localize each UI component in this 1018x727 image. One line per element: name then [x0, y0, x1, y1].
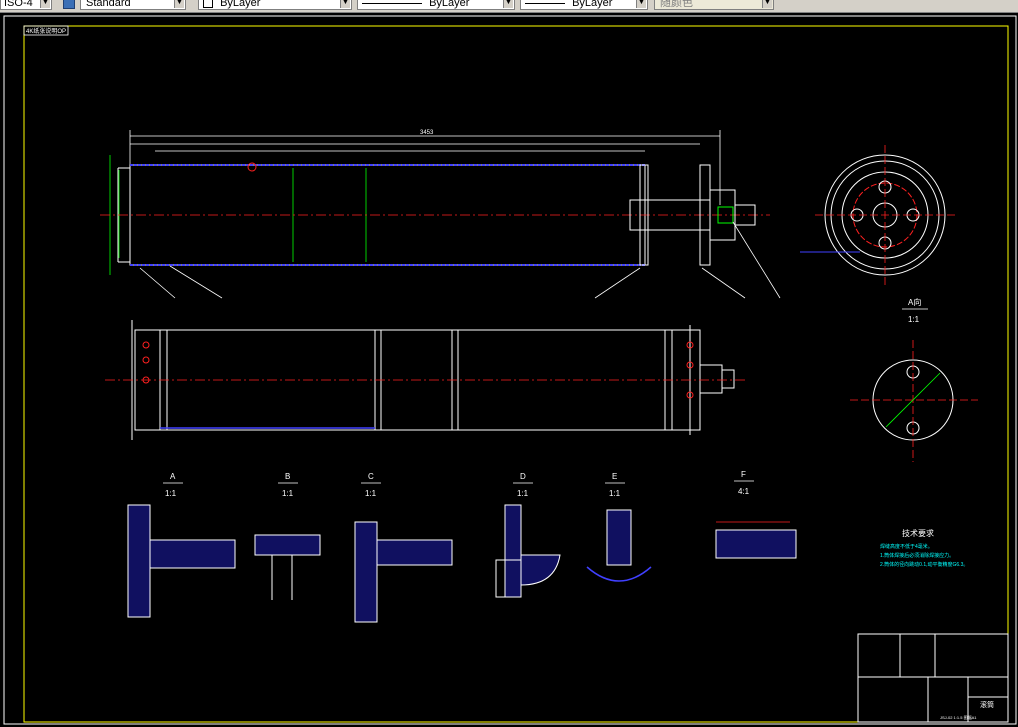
detail-b-letter: B [285, 472, 290, 481]
lineweight-value: ByLayer [572, 0, 613, 9]
title-block-part-name: 滚筒 [980, 700, 994, 709]
chevron-down-icon: ▼ [174, 0, 184, 8]
detail-d-letter: D [520, 472, 526, 481]
detail-a-letter: A [170, 472, 176, 481]
plot-style-value: 随颜色 [660, 0, 693, 9]
detail-f: F 4:1 [715, 470, 797, 559]
detail-c-letter: C [368, 472, 374, 481]
detail-f-letter: F [741, 470, 746, 479]
tech-req-line-3: 2.筒体的径向跳动0.1,动平衡精度G6.3。 [880, 561, 968, 568]
detail-f-scale: 4:1 [738, 487, 750, 496]
table-style-icon[interactable] [63, 0, 75, 9]
outer-frame [3, 15, 1017, 725]
layer-color-dropdown[interactable]: ByLayer ▼ [198, 0, 352, 10]
detail-e-scale: 1:1 [609, 489, 621, 498]
corner-tag-text: 4K纸张说明OP [26, 27, 66, 35]
detail-b-scale: 1:1 [282, 489, 294, 498]
a-view-scale: 1:1 [908, 315, 920, 324]
front-section-view: 3453 [100, 130, 781, 299]
end-flange-view [800, 145, 955, 285]
lineweight-dropdown[interactable]: ByLayer ▼ [520, 0, 648, 10]
lineweight-line [525, 2, 565, 4]
chevron-down-icon: ▼ [340, 0, 350, 8]
detail-a-scale: 1:1 [165, 489, 177, 498]
overall-length-dim: 3453 [420, 130, 434, 136]
chevron-down-icon: ▼ [636, 0, 646, 8]
title-block-drawing-no: JSJ-02 1:1.5 图幅A1 [940, 714, 977, 720]
tech-req-title: 技术要求 [902, 528, 934, 538]
cad-drawing-canvas[interactable]: 4K纸张说明OP 3453 A向 1:1 A 1:1 B 1:1 C 1:1 D… [0, 12, 1018, 727]
plan-view [105, 320, 745, 440]
detail-a: A 1:1 [127, 472, 236, 618]
tech-req-line-2: 1.筒体焊接后必须消除焊接应力。 [880, 552, 954, 559]
detail-d: D 1:1 [495, 472, 561, 598]
a-view: A向 1:1 [850, 297, 978, 462]
chevron-down-icon: ▼ [503, 0, 513, 8]
tech-req-line-1: 焊缝高度不低于4毫米。 [880, 543, 933, 550]
title-block: 滚筒 JSJ-02 1:1.5 图幅A1 [857, 633, 1009, 723]
linetype-dropdown[interactable]: ByLayer ▼ [357, 0, 515, 10]
layer-color-value: ByLayer [220, 0, 261, 9]
detail-d-scale: 1:1 [517, 489, 529, 498]
plot-style-dropdown[interactable]: 随颜色 ▼ [654, 0, 774, 10]
linetype-value: ByLayer [429, 0, 470, 9]
linetype-line [362, 2, 422, 4]
table-style-dropdown[interactable]: Standard ▼ [80, 0, 186, 10]
text-style-dropdown[interactable]: ISO-4 ▼ [0, 0, 52, 10]
detail-e: E 1:1 [586, 472, 652, 582]
layer-color-swatch [203, 0, 213, 9]
chevron-down-icon: ▼ [40, 0, 50, 8]
a-view-label: A向 [908, 297, 921, 307]
detail-e-letter: E [612, 472, 617, 481]
inner-frame [23, 25, 1009, 723]
technical-requirements: 技术要求 焊缝高度不低于4毫米。 1.筒体焊接后必须消除焊接应力。 2.筒体的径… [880, 528, 968, 568]
detail-b: B 1:1 [254, 472, 321, 600]
detail-c: C 1:1 [354, 472, 453, 623]
detail-c-scale: 1:1 [365, 489, 377, 498]
table-style-value: Standard [86, 0, 131, 9]
text-style-value: ISO-4 [4, 0, 33, 9]
chevron-down-icon: ▼ [762, 0, 772, 8]
